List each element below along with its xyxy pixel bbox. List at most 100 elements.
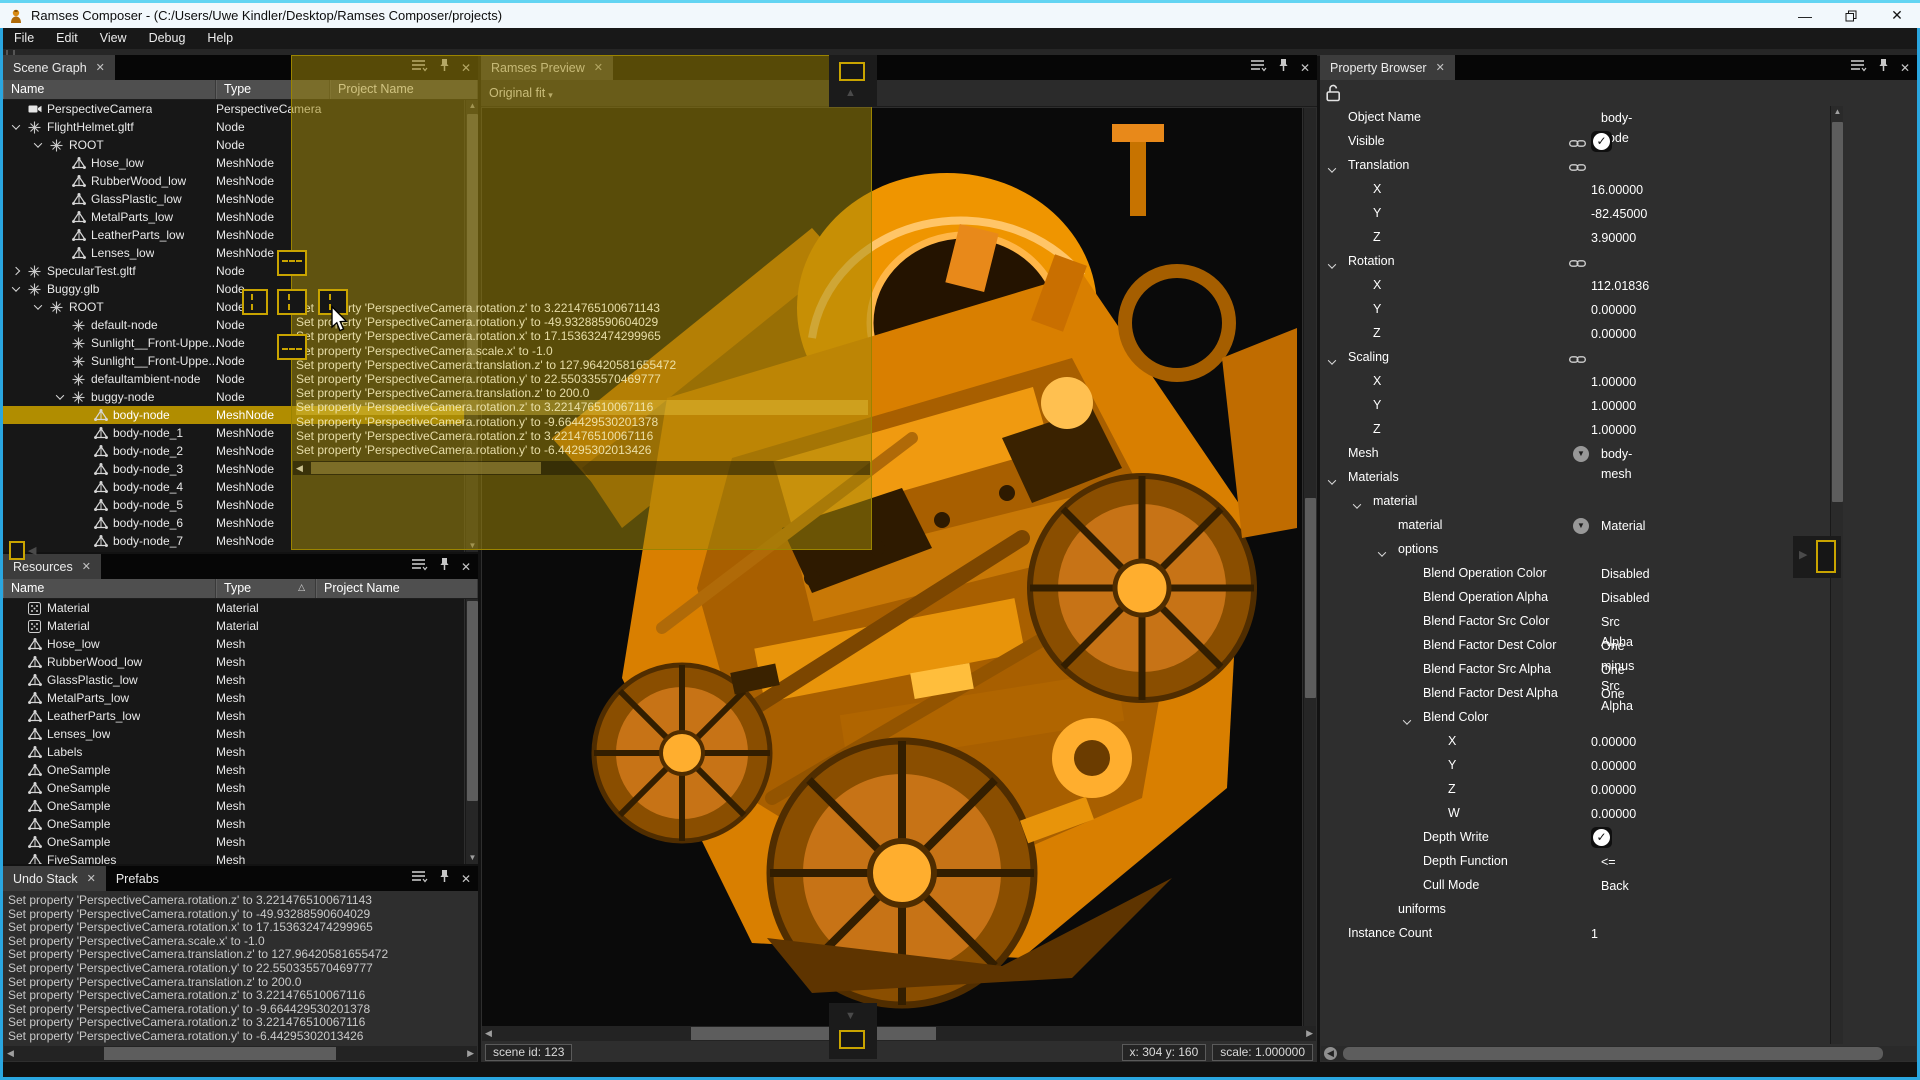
property-slider[interactable]: -82.45000 [1591, 204, 1831, 224]
log-line[interactable]: Set property 'PerspectiveCamera.rotation… [296, 329, 868, 343]
property-slider[interactable]: 0.00000 [1591, 804, 1831, 824]
checkbox[interactable]: ✓ [1591, 131, 1612, 152]
collapse-caret-icon[interactable] [1329, 162, 1335, 176]
link-icon[interactable] [1569, 161, 1586, 175]
property-dropdown[interactable]: One [1591, 684, 1831, 704]
log-line[interactable]: Set property 'PerspectiveCamera.rotation… [296, 372, 868, 386]
property-slider[interactable]: 0.00000 [1591, 324, 1831, 344]
menu-item-view[interactable]: View [89, 29, 138, 48]
property-dropdown[interactable]: One [1591, 660, 1831, 680]
resource-row[interactable]: MetalParts_lowMesh [3, 689, 464, 707]
resource-row[interactable]: GlassPlastic_lowMesh [3, 671, 464, 689]
dock-guide-preview-bottom[interactable] [839, 1030, 865, 1049]
log-line[interactable]: Set property 'PerspectiveCamera.rotation… [296, 315, 868, 329]
close-panel-icon[interactable]: ✕ [1900, 61, 1910, 75]
hamburger-menu-icon[interactable] [1850, 59, 1867, 77]
close-panel-icon[interactable]: ✕ [1300, 61, 1310, 75]
dock-guide-center[interactable] [277, 289, 307, 315]
property-dropdown[interactable]: body-mesh▼ [1591, 444, 1831, 464]
resource-row[interactable]: OneSampleMesh [3, 833, 464, 851]
property-dropdown[interactable]: One minus Src Alpha [1591, 636, 1831, 656]
link-icon[interactable] [1569, 257, 1586, 271]
preview-hscrollbar[interactable]: ◀▶ [482, 1026, 1316, 1041]
log-line[interactable]: Set property 'PerspectiveCamera.rotation… [296, 443, 868, 457]
menu-item-edit[interactable]: Edit [45, 29, 89, 48]
dock-guide-left[interactable] [242, 289, 268, 315]
log-line[interactable]: Set property 'PerspectiveCamera.translat… [296, 358, 868, 372]
log-line[interactable]: Set property 'PerspectiveCamera.scale.x'… [296, 344, 868, 358]
dock-guide-bottom[interactable] [277, 334, 307, 360]
property-dropdown[interactable]: Back [1591, 876, 1831, 896]
property-slider[interactable]: 16.00000 [1591, 180, 1831, 200]
property-dropdown[interactable]: Src Alpha [1591, 612, 1831, 632]
property-slider[interactable]: 1.00000 [1591, 420, 1831, 440]
close-panel-icon[interactable]: ✕ [461, 872, 471, 886]
tab-scene-graph[interactable]: Scene Graph ✕ [3, 55, 115, 80]
resources-scrollbar[interactable]: ▼ [465, 599, 478, 864]
minimize-button[interactable]: — [1782, 3, 1828, 28]
pin-icon[interactable] [1878, 58, 1889, 77]
tab-prefabs[interactable]: Prefabs [106, 866, 169, 891]
resource-row[interactable]: Lenses_lowMesh [3, 725, 464, 743]
log-line[interactable]: Set property 'PerspectiveCamera.rotation… [8, 989, 478, 1003]
resource-row[interactable]: MaterialMaterial [3, 617, 464, 635]
property-slider[interactable]: 3.90000 [1591, 228, 1831, 248]
close-panel-icon[interactable]: ✕ [461, 560, 471, 574]
resource-row[interactable]: OneSampleMesh [3, 797, 464, 815]
property-slider[interactable]: 112.01836 [1591, 276, 1831, 296]
log-line[interactable]: Set property 'PerspectiveCamera.rotation… [8, 908, 478, 922]
property-slider[interactable]: 0.00000 [1591, 780, 1831, 800]
resource-row[interactable]: RubberWood_lowMesh [3, 653, 464, 671]
log-line[interactable]: Set property 'PerspectiveCamera.scale.x'… [8, 935, 478, 949]
tab-property-browser[interactable]: Property Browser ✕ [1320, 55, 1455, 80]
dock-guide-edge-right[interactable] [1816, 540, 1836, 573]
log-line[interactable]: Set property 'PerspectiveCamera.translat… [8, 976, 478, 990]
dock-guide-top[interactable] [277, 250, 307, 276]
title-bar[interactable]: Ramses Composer - (C:/Users/Uwe Kindler/… [0, 0, 1920, 28]
hamburger-menu-icon[interactable] [411, 870, 428, 888]
column-header-name[interactable]: Name [3, 579, 216, 598]
log-line[interactable]: Set property 'PerspectiveCamera.rotation… [8, 921, 478, 935]
resource-row[interactable]: FiveSamplesMesh [3, 851, 464, 864]
resource-row[interactable]: OneSampleMesh [3, 815, 464, 833]
property-hscrollbar[interactable]: ◀ [1321, 1046, 1916, 1061]
property-slider[interactable]: 0.00000 [1591, 756, 1831, 776]
tab-close-icon[interactable]: ✕ [82, 560, 91, 573]
collapse-caret-icon[interactable] [1329, 258, 1335, 272]
collapse-caret-icon[interactable] [1404, 714, 1410, 728]
pin-icon[interactable] [439, 869, 450, 888]
pin-icon[interactable] [439, 557, 450, 576]
property-slider[interactable]: 0.00000 [1591, 732, 1831, 752]
property-text-field[interactable]: body-node [1591, 108, 1831, 128]
dock-guide-preview-top[interactable] [839, 62, 865, 81]
column-header-project-name[interactable]: Project Name [316, 579, 478, 598]
expander-icon[interactable] [9, 286, 22, 292]
close-button[interactable]: ✕ [1874, 3, 1920, 28]
log-line[interactable]: Set property 'PerspectiveCamera.translat… [296, 386, 868, 400]
log-line[interactable]: Set property 'PerspectiveCamera.rotation… [296, 400, 868, 414]
collapse-caret-icon[interactable] [1379, 546, 1385, 560]
resource-row[interactable]: LabelsMesh [3, 743, 464, 761]
lock-icon[interactable] [1326, 84, 1341, 107]
menu-item-file[interactable]: File [3, 29, 45, 48]
dock-guide-edge-left[interactable] [9, 541, 25, 560]
resource-row[interactable]: Hose_lowMesh [3, 635, 464, 653]
log-line[interactable]: Set property 'PerspectiveCamera.rotation… [8, 962, 478, 976]
collapse-caret-icon[interactable] [1354, 498, 1360, 512]
property-dropdown[interactable]: Disabled [1591, 588, 1831, 608]
log-line[interactable]: Set property 'PerspectiveCamera.rotation… [8, 1016, 478, 1030]
resource-row[interactable]: LeatherParts_lowMesh [3, 707, 464, 725]
expander-icon[interactable] [31, 142, 44, 148]
link-icon[interactable] [1569, 137, 1586, 151]
log-line[interactable]: Set property 'PerspectiveCamera.rotation… [8, 1003, 478, 1017]
expander-icon[interactable] [9, 268, 22, 274]
pin-icon[interactable] [1278, 58, 1289, 77]
undo-hscrollbar[interactable]: ◀▶ [4, 1046, 477, 1061]
preview-vscrollbar[interactable] [1303, 108, 1316, 1026]
resource-row[interactable]: OneSampleMesh [3, 779, 464, 797]
log-line[interactable]: Set property 'PerspectiveCamera.rotation… [8, 1030, 478, 1044]
menu-item-debug[interactable]: Debug [138, 29, 197, 48]
expander-icon[interactable] [31, 304, 44, 310]
property-slider[interactable]: 1 [1591, 924, 1831, 944]
expander-icon[interactable] [53, 394, 66, 400]
